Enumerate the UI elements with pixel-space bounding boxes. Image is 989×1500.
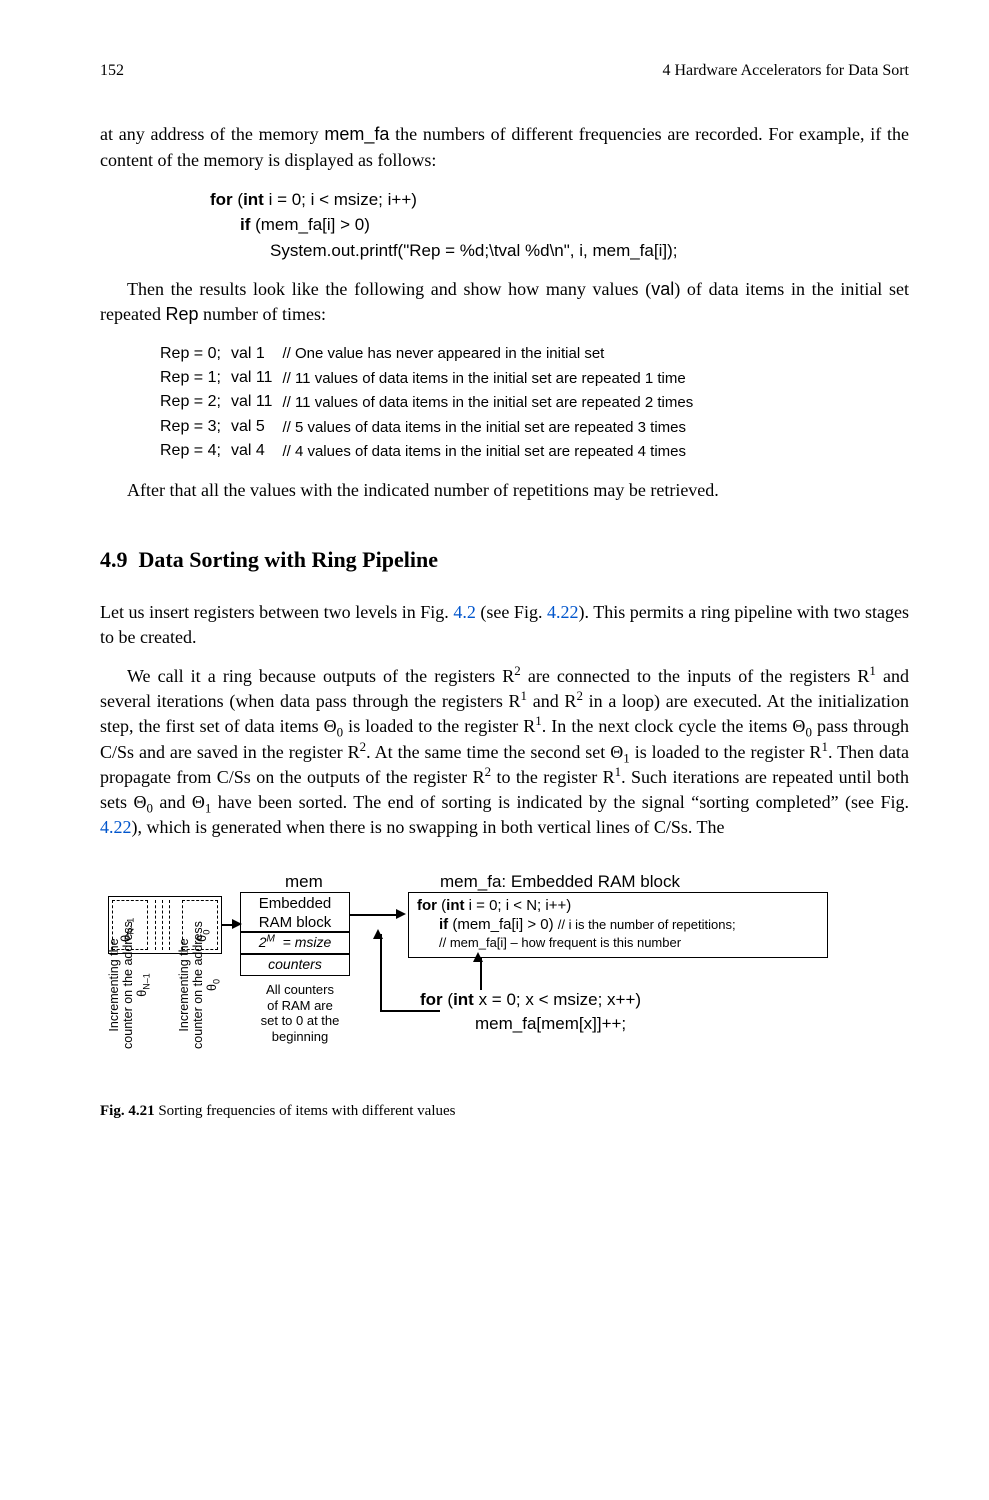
embedded-ram-box: EmbeddedRAM block — [240, 892, 350, 932]
code-block-printf: for (int i = 0; i < msize; i++) if (mem_… — [210, 187, 909, 264]
code-inline: val — [651, 279, 674, 299]
figure-link[interactable]: 4.22 — [547, 602, 579, 622]
table-row: Rep = 1;val 11// 11 values of data items… — [160, 366, 703, 390]
mem-label: mem — [285, 870, 323, 894]
body-paragraph-2: We call it a ring because outputs of the… — [100, 664, 909, 840]
code-inline: mem_fa — [324, 124, 389, 144]
table-row: Rep = 4;val 4// 4 values of data items i… — [160, 439, 703, 463]
intro-paragraph: at any address of the memory mem_fa the … — [100, 122, 909, 172]
all-counters-note: All countersof RAM areset to 0 at thebeg… — [245, 982, 355, 1044]
figure-link[interactable]: 4.22 — [100, 817, 132, 837]
table-row: Rep = 0;val 1// One value has never appe… — [160, 342, 703, 366]
msize-box: 2M = msize — [240, 932, 350, 954]
table-row: Rep = 3;val 5// 5 values of data items i… — [160, 415, 703, 439]
figure-4-21: Incrementing the counter on the address … — [100, 870, 909, 1095]
memfa-title: mem_fa: Embedded RAM block — [440, 870, 680, 894]
table-row: Rep = 2;val 11// 11 values of data items… — [160, 390, 703, 414]
memfa-code-box: for (int i = 0; i < N; i++) if (mem_fa[i… — [408, 892, 828, 958]
counters-box: counters — [240, 954, 350, 976]
after-results: After that all the values with the indic… — [100, 478, 909, 503]
results-table: Rep = 0;val 1// One value has never appe… — [160, 342, 703, 464]
section-heading: 4.9 Data Sorting with Ring Pipeline — [100, 545, 909, 576]
figure-link[interactable]: 4.2 — [453, 602, 476, 622]
page-number: 152 — [100, 60, 124, 82]
loop-code: for (int x = 0; x < msize; x++) mem_fa[m… — [420, 988, 641, 1036]
figure-caption: Fig. 4.21 Sorting frequencies of items w… — [100, 1101, 909, 1122]
mid-paragraph: Then the results look like the following… — [100, 277, 909, 327]
page-header: 152 4 Hardware Accelerators for Data Sor… — [100, 60, 909, 82]
code-inline: Rep — [165, 304, 198, 324]
running-head: 4 Hardware Accelerators for Data Sort — [662, 60, 909, 82]
body-paragraph-1: Let us insert registers between two leve… — [100, 600, 909, 650]
